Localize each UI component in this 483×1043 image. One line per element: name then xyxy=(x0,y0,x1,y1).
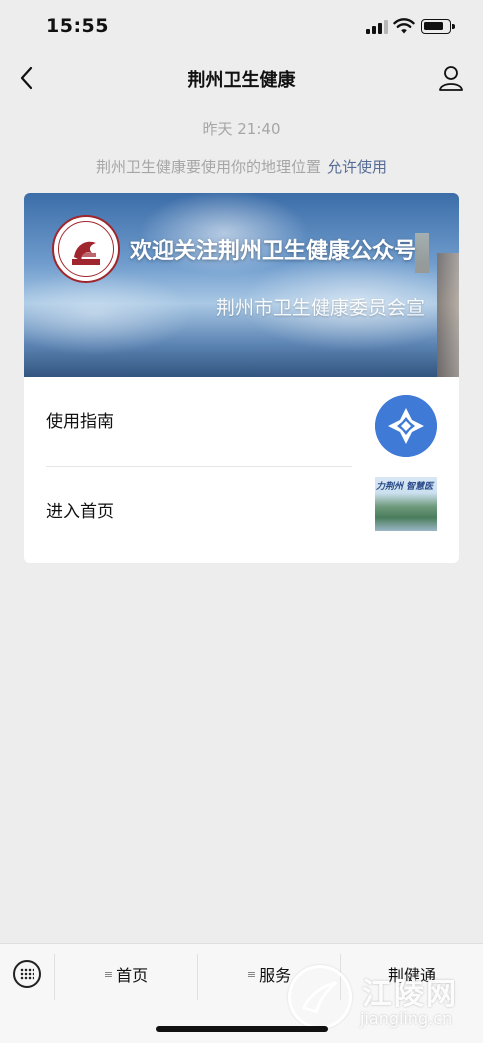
menu-item-label: 使用指南 xyxy=(46,412,114,432)
nav-bar: 荆州卫生健康 xyxy=(0,56,483,100)
tab-home-label: 首页 xyxy=(116,966,149,985)
menu-item-home[interactable]: 进入首页 力荆州 智慧医 xyxy=(24,467,459,551)
welcome-banner[interactable]: 欢迎关注荆州卫生健康公众号 荆州市卫生健康委员会宣 xyxy=(24,193,459,377)
allow-location-link[interactable]: 允许使用 xyxy=(327,158,387,176)
message-timestamp: 昨天 21:40 xyxy=(202,120,281,138)
home-thumbnail-text: 力荆州 智慧医 xyxy=(376,482,434,492)
cellular-signal-icon xyxy=(366,20,388,34)
home-thumbnail-image: 力荆州 智慧医 xyxy=(375,477,437,531)
keyboard-toggle-icon[interactable] xyxy=(13,960,41,988)
status-time: 15:55 xyxy=(46,15,109,37)
guide-diamond-icon xyxy=(375,395,437,457)
welcome-message-card: 欢迎关注荆州卫生健康公众号 荆州市卫生健康委员会宣 使用指南 进入首页 力荆州 … xyxy=(24,193,459,563)
banner-tower-decoration xyxy=(437,253,459,377)
banner-subtitle: 荆州市卫生健康委员会宣 xyxy=(215,297,425,319)
location-request-text: 荆州卫生健康要使用你的地理位置 xyxy=(95,158,321,176)
watermark-en-text: jiangling.cn xyxy=(360,1009,453,1028)
menu-lines-icon: ≡ xyxy=(103,967,114,981)
profile-icon[interactable] xyxy=(437,64,465,92)
health-commission-logo xyxy=(52,215,120,283)
location-permission-note: 荆州卫生健康要使用你的地理位置 允许使用 xyxy=(0,156,483,177)
status-bar: 15:55 xyxy=(0,0,483,56)
watermark-cn-text: 江陵网 xyxy=(362,977,458,1012)
battery-icon xyxy=(421,19,455,34)
wifi-icon xyxy=(393,18,415,34)
page-title: 荆州卫生健康 xyxy=(187,70,296,91)
menu-item-label: 进入首页 xyxy=(46,502,114,522)
tab-services-label: 服务 xyxy=(259,966,292,985)
watermark-logo xyxy=(288,965,352,1029)
banner-building-decoration xyxy=(415,233,429,273)
menu-item-guide[interactable]: 使用指南 xyxy=(24,377,459,461)
home-indicator[interactable] xyxy=(156,1026,328,1032)
banner-title: 欢迎关注荆州卫生健康公众号 xyxy=(130,239,417,264)
tab-home[interactable]: ≡ 首页 xyxy=(55,944,197,1004)
menu-lines-icon: ≡ xyxy=(246,967,257,981)
